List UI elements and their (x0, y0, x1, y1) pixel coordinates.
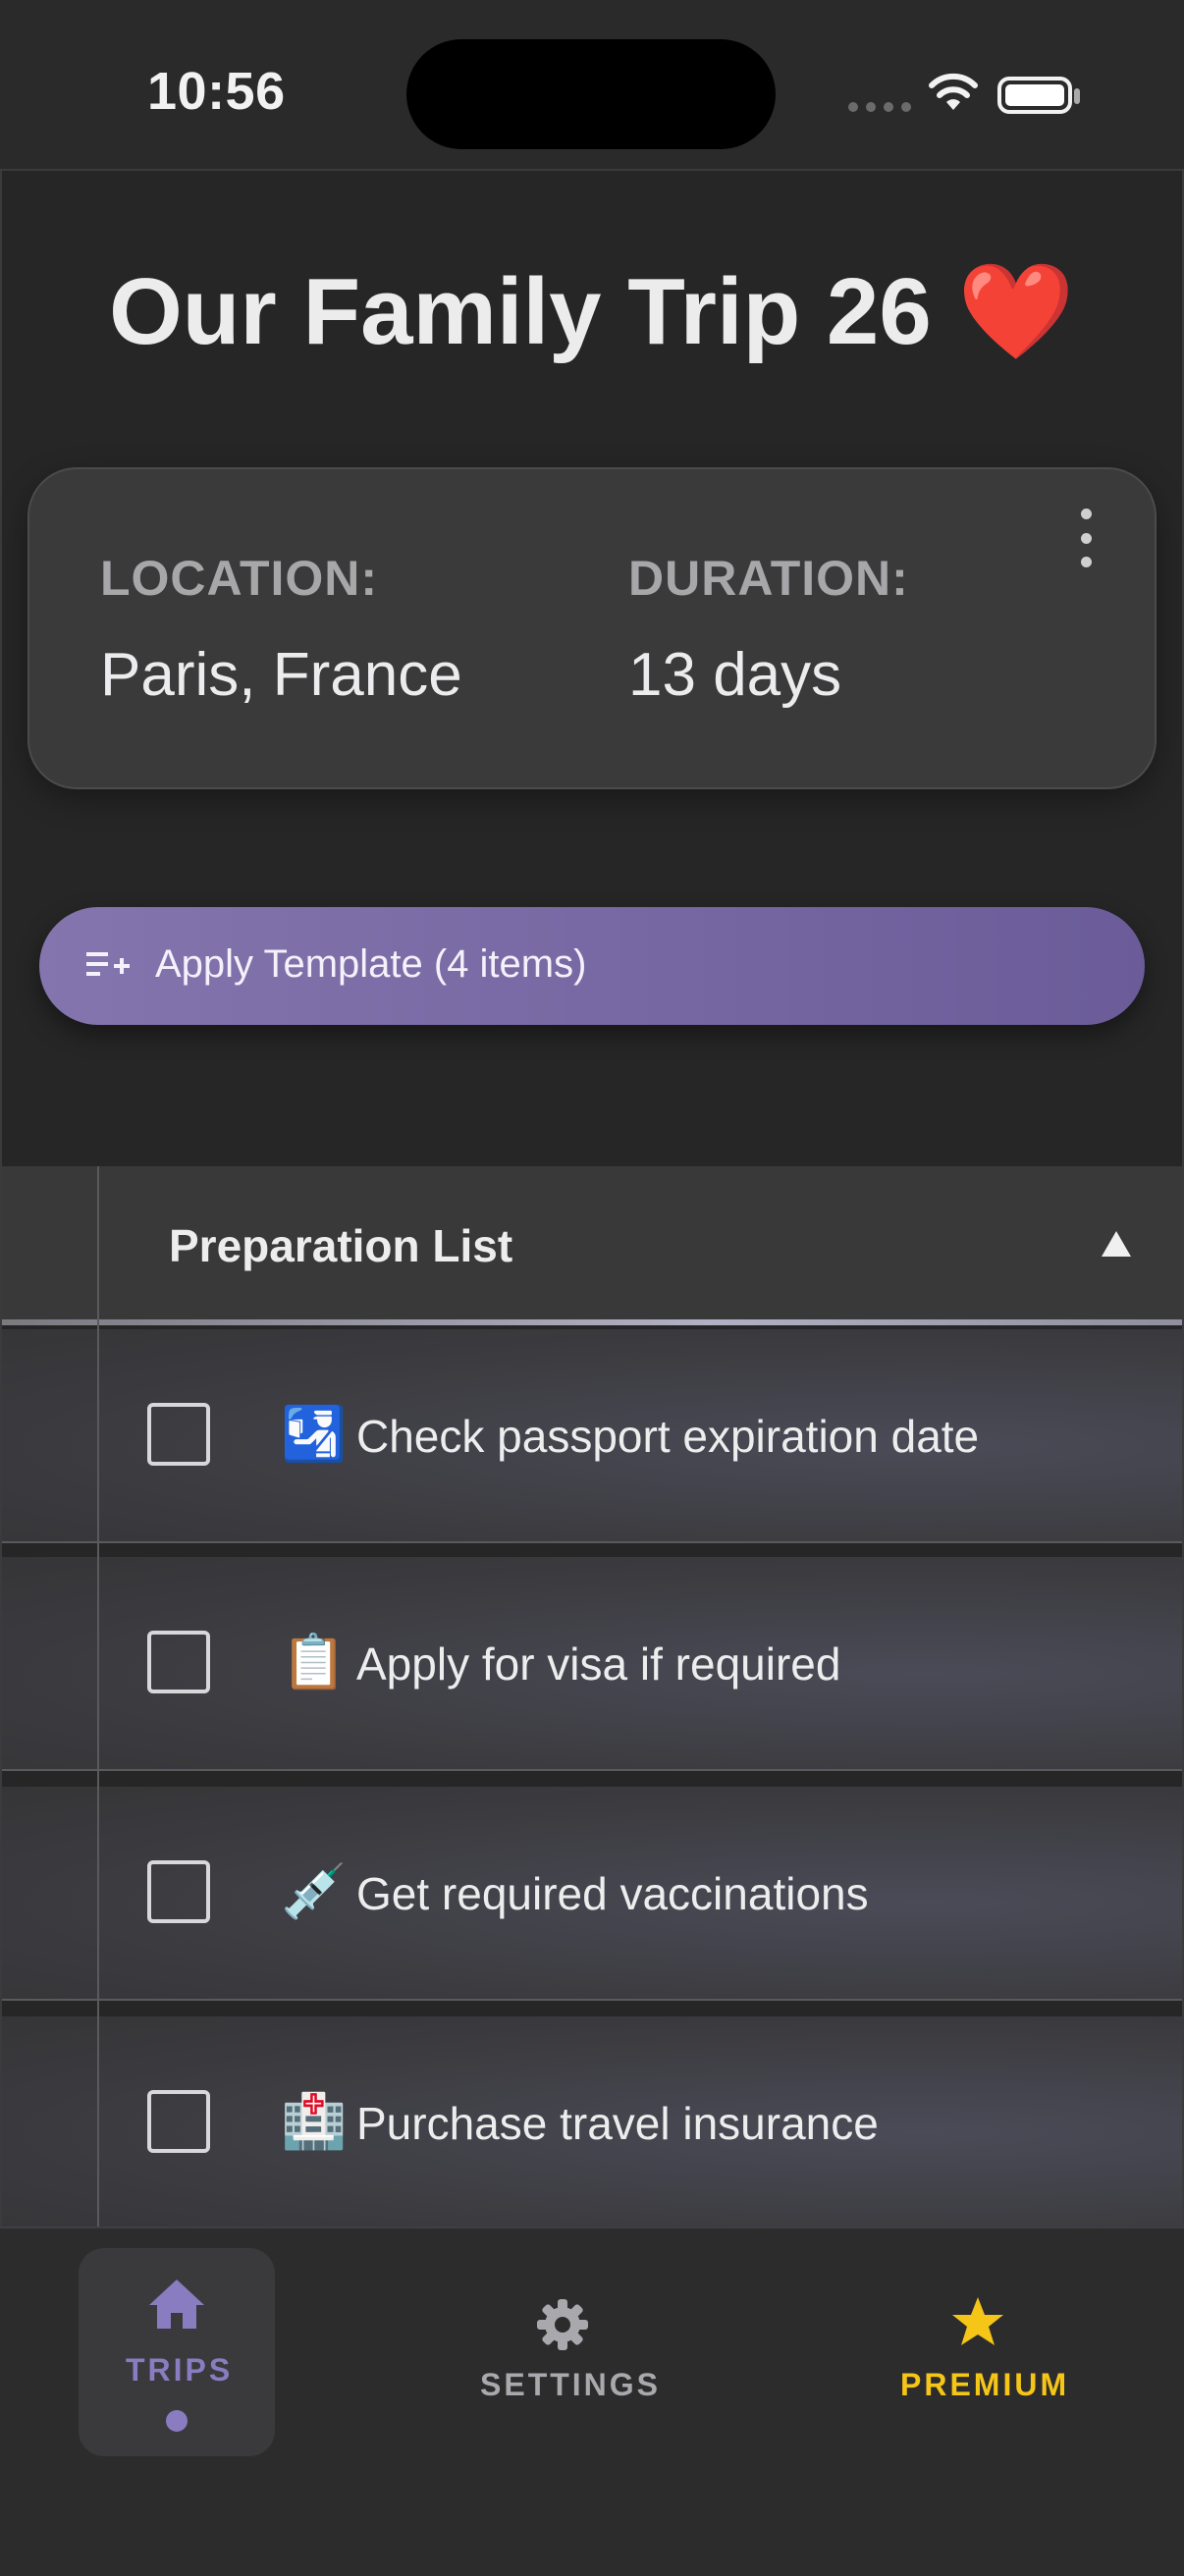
trip-title: Our Family Trip 26 ❤️ (109, 259, 1075, 364)
apply-template-label: Apply Template (4 items) (155, 942, 587, 986)
syringe-icon: 💉 (281, 1862, 348, 1921)
battery-cap (1074, 88, 1080, 104)
battery-icon (997, 77, 1072, 114)
playlist-add-icon (86, 952, 130, 976)
tab-premium[interactable]: PREMIUM (900, 2367, 1069, 2403)
location-label: LOCATION: (100, 551, 379, 606)
home-icon (149, 2280, 204, 2329)
star-icon[interactable] (950, 2295, 1005, 2348)
item-checkbox[interactable] (147, 1860, 210, 1923)
list-item-text: Check passport expiration date (356, 1411, 980, 1462)
preparation-list-title: Preparation List (169, 1220, 513, 1271)
list-item-text: Purchase travel insurance (356, 2098, 879, 2149)
header-divider (2, 1319, 1182, 1325)
duration-label: DURATION: (628, 551, 909, 606)
passport-control-icon: 🛂 (281, 1405, 348, 1464)
wifi-icon (929, 73, 978, 110)
hospital-icon: 🏥 (281, 2092, 348, 2151)
collapse-triangle-icon[interactable] (1100, 1229, 1133, 1259)
list-item-text: Apply for visa if required (356, 1638, 841, 1690)
item-checkbox[interactable] (147, 2090, 210, 2153)
gear-icon[interactable] (535, 2297, 590, 2352)
trip-info-card (27, 467, 1157, 789)
dynamic-island (406, 39, 776, 149)
cellular-signal-icon (848, 102, 911, 112)
duration-value: 13 days (628, 641, 842, 709)
clipboard-icon: 📋 (281, 1633, 348, 1691)
tab-trips-label: TRIPS (126, 2352, 234, 2388)
active-tab-indicator (166, 2410, 188, 2432)
list-left-divider (97, 1166, 99, 2227)
list-item-text: Get required vaccinations (356, 1868, 869, 1919)
status-time: 10:56 (147, 62, 286, 121)
tab-settings[interactable]: SETTINGS (480, 2367, 661, 2403)
more-options-icon[interactable] (1062, 509, 1109, 567)
item-checkbox[interactable] (147, 1403, 210, 1466)
item-checkbox[interactable] (147, 1631, 210, 1693)
location-value: Paris, France (100, 641, 462, 709)
